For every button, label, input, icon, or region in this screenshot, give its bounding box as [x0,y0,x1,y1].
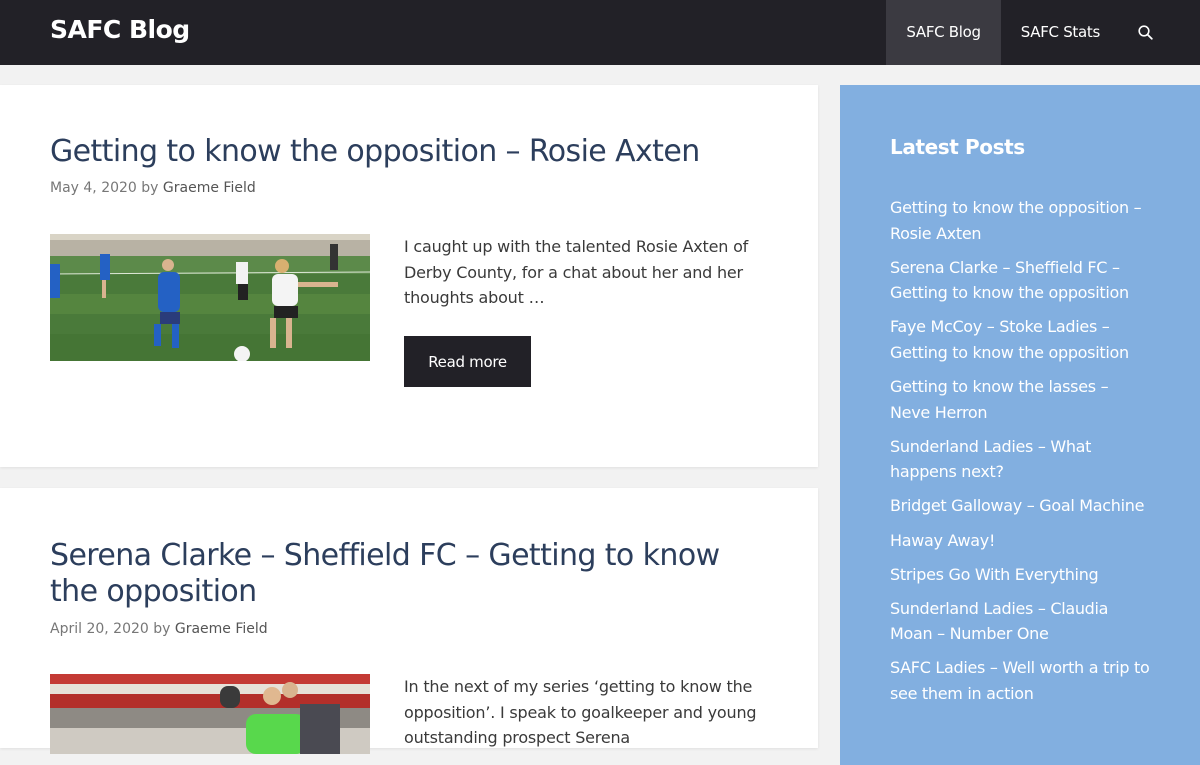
post-author-link[interactable]: Graeme Field [163,180,256,196]
latest-post-link[interactable]: Stripes Go With Everything [890,562,1150,588]
post-title[interactable]: Getting to know the opposition – Rosie A… [50,134,750,170]
post-excerpt: In the next of my series ‘getting to kno… [404,677,757,748]
latest-post-link[interactable]: Haway Away! [890,528,1150,554]
stadium-image [50,674,370,754]
latest-post-link[interactable]: Bridget Galloway – Goal Machine [890,493,1150,519]
nav-item-safc-stats[interactable]: SAFC Stats [1001,0,1120,65]
football-match-image [50,234,370,361]
latest-post-link[interactable]: Faye McCoy – Stoke Ladies – Getting to k… [890,314,1150,365]
post-excerpt: I caught up with the talented Rosie Axte… [404,237,749,308]
post-meta: May 4, 2020 by Graeme Field [50,180,256,196]
latest-post-link[interactable]: Sunderland Ladies – What happens next? [890,434,1150,485]
sidebar: Latest Posts Getting to know the opposit… [840,85,1200,765]
nav-item-safc-blog[interactable]: SAFC Blog [886,0,1001,65]
search-button[interactable] [1120,0,1200,65]
post-card: Serena Clarke – Sheffield FC – Getting t… [0,488,818,754]
widget-title: Latest Posts [890,135,1025,159]
latest-post-link[interactable]: SAFC Ladies – Well worth a trip to see t… [890,655,1150,706]
latest-post-link[interactable]: Getting to know the opposition – Rosie A… [890,195,1150,246]
post-thumbnail[interactable] [50,674,370,754]
latest-post-link[interactable]: Getting to know the lasses – Neve Herron [890,374,1150,425]
site-title[interactable]: SAFC Blog [50,15,190,44]
main-nav: SAFC Blog SAFC Stats [886,0,1200,65]
post-title[interactable]: Serena Clarke – Sheffield FC – Getting t… [50,538,750,610]
latest-posts-list: Getting to know the opposition – Rosie A… [890,195,1150,715]
site-header: SAFC Blog SAFC Blog SAFC Stats [0,0,1200,65]
search-icon [1137,25,1153,40]
post-thumbnail[interactable] [50,234,370,361]
post-date: May 4, 2020 [50,180,137,196]
post-author-link[interactable]: Graeme Field [175,621,268,637]
latest-post-link[interactable]: Serena Clarke – Sheffield FC – Getting t… [890,255,1150,306]
post-by: by [153,621,171,637]
post-by: by [141,180,159,196]
post-date: April 20, 2020 [50,621,149,637]
latest-post-link[interactable]: Sunderland Ladies – Claudia Moan – Numbe… [890,596,1150,647]
post-meta: April 20, 2020 by Graeme Field [50,621,268,637]
post-card: Getting to know the opposition – Rosie A… [0,85,818,467]
read-more-button[interactable]: Read more [404,336,531,387]
